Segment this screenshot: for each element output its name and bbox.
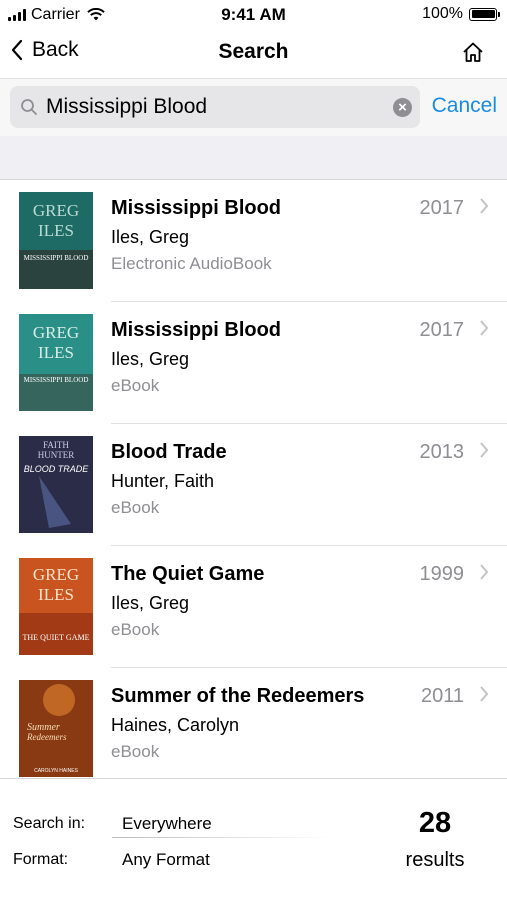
- book-year: 2013: [419, 441, 465, 463]
- svg-text:GREG: GREG: [33, 565, 79, 584]
- book-year: 2011: [420, 685, 464, 707]
- home-icon[interactable]: [461, 40, 485, 64]
- svg-text:MISSISSIPPI BLOOD: MISSISSIPPI BLOOD: [24, 254, 89, 262]
- book-author: Iles, Greg: [111, 349, 190, 369]
- section-header: [0, 136, 507, 180]
- list-item[interactable]: FAITH HUNTER BLOOD TRADE Blood Trade Hun…: [0, 424, 507, 546]
- book-cover: GREG ILES MISSISSIPPI BLOOD: [19, 192, 93, 289]
- clear-icon[interactable]: ×: [393, 98, 412, 117]
- chevron-right-icon: [480, 442, 489, 458]
- svg-text:BLOOD TRADE: BLOOD TRADE: [24, 464, 90, 474]
- book-author: Iles, Greg: [111, 227, 190, 247]
- format-label: Format:: [13, 851, 69, 868]
- book-title: Summer of the Redeemers: [111, 685, 365, 707]
- chevron-right-icon: [480, 320, 489, 336]
- battery-percent: 100%: [422, 5, 463, 22]
- svg-text:GREG: GREG: [33, 201, 79, 220]
- svg-text:GREG: GREG: [33, 323, 79, 342]
- book-format: Electronic AudioBook: [111, 254, 272, 273]
- svg-text:CAROLYN HAINES: CAROLYN HAINES: [34, 768, 78, 774]
- list-item[interactable]: GREG ILES THE QUIET GAME The Quiet Game …: [0, 546, 507, 668]
- svg-text:ILES: ILES: [38, 343, 74, 362]
- svg-text:ILES: ILES: [38, 585, 74, 604]
- book-cover: Summer Redeemers CAROLYN HAINES: [19, 680, 93, 777]
- svg-text:MISSISSIPPI BLOOD: MISSISSIPPI BLOOD: [24, 376, 89, 384]
- book-format: eBook: [111, 742, 160, 761]
- book-title: The Quiet Game: [111, 563, 265, 585]
- book-format: eBook: [111, 498, 160, 517]
- book-format: eBook: [111, 376, 160, 395]
- status-bar: Carrier 9:41 AM 100%: [0, 0, 507, 30]
- battery-icon: [469, 7, 500, 21]
- list-item[interactable]: GREG ILES MISSISSIPPI BLOOD Mississippi …: [0, 302, 507, 424]
- book-title: Mississippi Blood: [111, 197, 282, 219]
- list-item[interactable]: Summer Redeemers CAROLYN HAINES Summer o…: [0, 668, 507, 778]
- search-icon: [21, 99, 37, 115]
- book-year: 2017: [419, 197, 465, 219]
- chevron-right-icon: [480, 198, 489, 214]
- format-selector[interactable]: Any Format: [122, 850, 210, 870]
- book-author: Hunter, Faith: [111, 471, 215, 491]
- result-count: 28: [418, 807, 452, 839]
- book-year: 1999: [419, 563, 465, 585]
- svg-text:ILES: ILES: [38, 221, 74, 240]
- book-title: Mississippi Blood: [111, 319, 282, 341]
- navigation-bar: Back Search: [0, 30, 507, 78]
- book-cover: FAITH HUNTER BLOOD TRADE: [19, 436, 93, 533]
- cancel-button[interactable]: Cancel: [432, 94, 497, 118]
- book-format: eBook: [111, 620, 160, 639]
- results-label: results: [405, 849, 465, 871]
- svg-text:Redeemers: Redeemers: [26, 732, 67, 742]
- page-title: Search: [218, 40, 289, 63]
- search-in-label: Search in:: [13, 815, 86, 832]
- search-in-selector[interactable]: Everywhere: [122, 814, 212, 834]
- list-item[interactable]: GREG ILES MISSISSIPPI BLOOD Mississippi …: [0, 180, 507, 302]
- results-list[interactable]: GREG ILES MISSISSIPPI BLOOD Mississippi …: [0, 180, 507, 778]
- search-query: Mississippi Blood: [46, 95, 208, 118]
- book-year: 2017: [419, 319, 465, 341]
- book-title: Blood Trade: [111, 441, 227, 463]
- chevron-right-icon: [480, 686, 489, 702]
- svg-text:HUNTER: HUNTER: [38, 450, 75, 460]
- search-filter-footer: Search in: Everywhere Format: Any Format…: [0, 778, 507, 901]
- chevron-right-icon: [480, 564, 489, 580]
- search-bar: Mississippi Blood × Cancel: [0, 78, 507, 137]
- book-author: Iles, Greg: [111, 593, 190, 613]
- svg-text:FAITH: FAITH: [43, 440, 69, 450]
- book-author: Haines, Carolyn: [111, 715, 240, 735]
- book-cover: GREG ILES THE QUIET GAME: [19, 558, 93, 655]
- book-cover: GREG ILES MISSISSIPPI BLOOD: [19, 314, 93, 411]
- search-input[interactable]: Mississippi Blood ×: [10, 86, 420, 128]
- filter-divider: [112, 837, 332, 838]
- svg-text:THE QUIET GAME: THE QUIET GAME: [23, 633, 90, 642]
- status-right: 100%: [422, 5, 500, 23]
